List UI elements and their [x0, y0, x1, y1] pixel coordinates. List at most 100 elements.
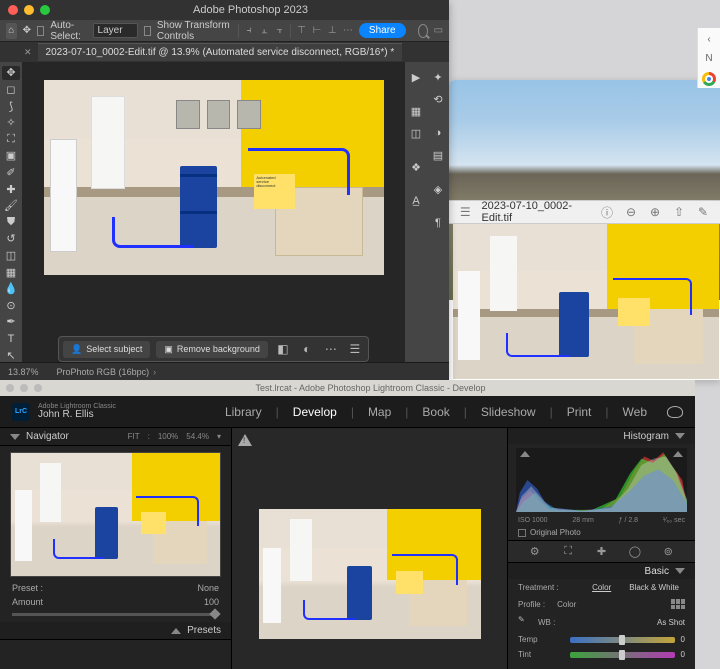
collapse-icon[interactable] [675, 433, 685, 439]
move-tool[interactable]: ✥ [2, 66, 20, 80]
frame-tool[interactable]: ▣ [2, 149, 20, 163]
close-tab-icon[interactable]: ✕ [24, 47, 32, 58]
type-panel-icon[interactable]: A̲ [407, 192, 425, 210]
history-brush-tool[interactable]: ↺ [2, 232, 20, 246]
transform-icon[interactable]: ◧ [274, 340, 292, 358]
dodge-tool[interactable]: ⊙ [2, 299, 20, 313]
color-panel-icon[interactable]: ▦ [407, 102, 425, 120]
crop-tool[interactable]: ⛶ [2, 132, 20, 146]
collapse-icon[interactable] [10, 434, 20, 440]
wand-tool[interactable]: ✧ [2, 116, 20, 130]
close-button[interactable] [6, 384, 14, 392]
zoom-out-icon[interactable]: ⊖ [624, 205, 638, 219]
collapse-icon[interactable] [675, 568, 685, 574]
markup-icon[interactable]: ✎ [696, 205, 710, 219]
module-library[interactable]: Library [225, 405, 262, 419]
search-icon[interactable] [418, 24, 428, 38]
nav-custom[interactable]: 54.4% [186, 432, 209, 441]
redeye-icon[interactable]: ⊚ [660, 544, 676, 560]
more-align-icon[interactable]: ⋯ [343, 24, 353, 38]
expand-icon[interactable] [171, 628, 181, 634]
doc-profile[interactable]: ProPhoto RGB (16bpc) [57, 367, 150, 377]
workspace-icon[interactable]: ▭ [434, 25, 443, 36]
mask-icon[interactable]: ◯ [627, 544, 643, 560]
eyedropper-tool[interactable]: ✐ [2, 166, 20, 180]
healing-icon[interactable]: ✚ [593, 544, 609, 560]
eraser-tool[interactable]: ◫ [2, 249, 20, 263]
treatment-color[interactable]: Color [586, 582, 617, 593]
module-slideshow[interactable]: Slideshow [481, 405, 536, 419]
gradient-tool[interactable]: ▦ [2, 265, 20, 279]
align-right-icon[interactable]: ⫟ [275, 24, 284, 38]
shadow-clip-icon[interactable] [520, 451, 530, 457]
edit-sliders-icon[interactable]: ⚙ [527, 544, 543, 560]
path-tool[interactable]: ↖ [2, 348, 20, 362]
nav-chevron-icon[interactable]: ▾ [217, 432, 221, 441]
zoom-button[interactable] [40, 5, 50, 15]
document-tab[interactable]: 2023-07-10_0002-Edit.tif @ 13.9% (Automa… [38, 43, 403, 61]
lasso-tool[interactable]: ⟆ [2, 99, 20, 113]
align-center-h-icon[interactable]: ⫠ [260, 24, 269, 38]
module-map[interactable]: Map [368, 405, 391, 419]
timeline-play-icon[interactable]: ▶ [407, 68, 425, 86]
temp-value[interactable]: 0 [681, 635, 685, 644]
stamp-tool[interactable]: ⛊ [2, 215, 20, 229]
soft-proof-warning-icon[interactable] [238, 434, 252, 446]
module-web[interactable]: Web [623, 405, 647, 419]
marquee-tool[interactable]: ◻ [2, 83, 20, 97]
basic-title[interactable]: Basic [645, 566, 669, 577]
wb-value[interactable]: As Shot [657, 618, 685, 627]
canvas[interactable]: Automatedservicedisconnect [22, 62, 405, 336]
learn-panel-icon[interactable]: ✦ [429, 68, 447, 86]
temp-slider[interactable] [570, 637, 675, 643]
minimize-button[interactable] [24, 5, 34, 15]
wb-eyedropper-icon[interactable]: ✎ [518, 615, 532, 629]
nav-fit[interactable]: FIT [128, 432, 140, 441]
auto-select-dropdown[interactable]: Layer [93, 23, 138, 38]
auto-select-checkbox[interactable] [37, 26, 44, 36]
select-subject-button[interactable]: 👤Select subject [63, 341, 150, 358]
profile-browser-icon[interactable] [671, 599, 685, 609]
type-tool[interactable]: T [2, 332, 20, 346]
remove-background-button[interactable]: ▣Remove background [156, 341, 268, 358]
sync-cloud-icon[interactable] [667, 406, 683, 418]
chrome-icon[interactable] [702, 72, 716, 86]
align-bottom-icon[interactable]: ⊥ [328, 24, 337, 38]
align-left-icon[interactable]: ⫞ [244, 24, 253, 38]
module-book[interactable]: Book [422, 405, 449, 419]
navigator-preview[interactable] [10, 452, 221, 577]
profile-value[interactable]: Color [557, 600, 576, 609]
layers-panel-icon[interactable]: ❖ [407, 158, 425, 176]
brush-tool[interactable]: 🖌 [2, 199, 20, 213]
module-develop[interactable]: Develop [293, 405, 337, 419]
share-button[interactable]: Share [359, 23, 406, 38]
sidebar-toggle-icon[interactable]: ☰ [459, 205, 472, 219]
minimize-button[interactable] [20, 384, 28, 392]
preset-value[interactable]: None [197, 583, 219, 593]
healing-tool[interactable]: ✚ [2, 182, 20, 196]
tint-slider[interactable] [570, 652, 675, 658]
home-icon[interactable]: ⌂ [6, 23, 17, 39]
zoom-level[interactable]: 13.87% [8, 367, 39, 377]
align-top-icon[interactable]: ⊤ [297, 24, 306, 38]
nav-100[interactable]: 100% [158, 432, 178, 441]
swatches-panel-icon[interactable]: ◫ [407, 124, 425, 142]
libraries-panel-icon[interactable]: ▤ [429, 146, 447, 164]
histogram[interactable] [516, 448, 687, 512]
chevron-right-icon[interactable]: › [153, 367, 156, 377]
pen-tool[interactable]: ✒ [2, 315, 20, 329]
develop-loupe[interactable] [232, 428, 507, 669]
module-print[interactable]: Print [567, 405, 592, 419]
original-checkbox[interactable] [518, 529, 526, 537]
presets-title[interactable]: Presets [187, 625, 221, 636]
back-icon[interactable]: ‹ [707, 34, 710, 45]
zoom-button[interactable] [34, 384, 42, 392]
zoom-in-icon[interactable]: ⊕ [648, 205, 662, 219]
highlight-clip-icon[interactable] [673, 451, 683, 457]
tint-value[interactable]: 0 [681, 650, 685, 659]
history-panel-icon[interactable]: ⟲ [429, 90, 447, 108]
more-icon[interactable]: ⋯ [322, 340, 340, 358]
close-button[interactable] [8, 5, 18, 15]
treatment-bw[interactable]: Black & White [623, 582, 685, 593]
crop-icon[interactable]: ⛶ [560, 544, 576, 560]
